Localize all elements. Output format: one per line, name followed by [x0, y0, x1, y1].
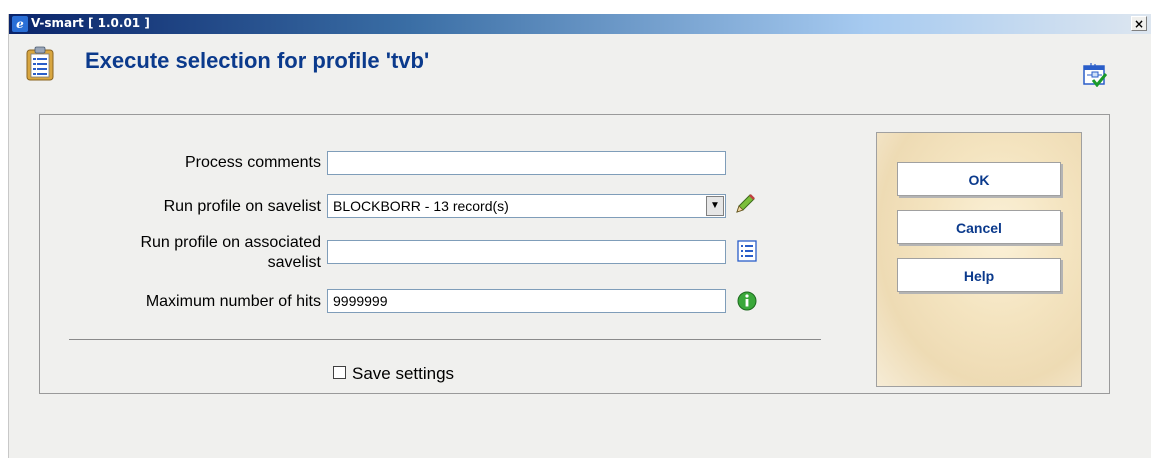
button-panel: OK Cancel Help — [876, 132, 1082, 387]
process-comments-label: Process comments — [184, 154, 321, 171]
close-button[interactable]: × — [1131, 16, 1147, 31]
window-title: V-smart [ 1.0.01 ] — [31, 16, 150, 30]
chevron-down-icon[interactable]: ▼ — [706, 196, 724, 216]
max-hits-label: Maximum number of hits — [145, 293, 321, 310]
max-hits-input[interactable] — [327, 289, 726, 313]
savelist-select-value: BLOCKBORR - 13 record(s) — [333, 198, 509, 214]
application-window: e V-smart [ 1.0.01 ] × Execute selection… — [8, 14, 1151, 458]
savelist-select[interactable]: BLOCKBORR - 13 record(s) ▼ — [327, 194, 726, 218]
save-settings-checkbox[interactable] — [333, 366, 346, 379]
list-icon[interactable] — [737, 240, 757, 262]
title-bar[interactable]: e V-smart [ 1.0.01 ] × — [9, 14, 1151, 34]
window-checkmark-icon[interactable] — [1083, 63, 1107, 87]
cancel-button[interactable]: Cancel — [897, 210, 1061, 244]
page-title: Execute selection for profile 'tvb' — [85, 48, 430, 73]
app-icon: e — [12, 16, 28, 32]
save-settings-label[interactable]: Save settings — [352, 364, 454, 384]
process-comments-input[interactable] — [327, 151, 726, 175]
savelist-label: Run profile on savelist — [163, 198, 321, 215]
form-divider — [69, 339, 821, 340]
associated-savelist-label-line1: Run profile on associated — [140, 234, 321, 251]
associated-savelist-label-line2: savelist — [267, 254, 321, 271]
help-button[interactable]: Help — [897, 258, 1061, 292]
ok-button[interactable]: OK — [897, 162, 1061, 196]
pencil-icon[interactable] — [733, 192, 757, 216]
info-icon — [737, 291, 757, 311]
associated-savelist-input[interactable] — [327, 240, 726, 264]
clipboard-list-icon — [26, 46, 54, 81]
